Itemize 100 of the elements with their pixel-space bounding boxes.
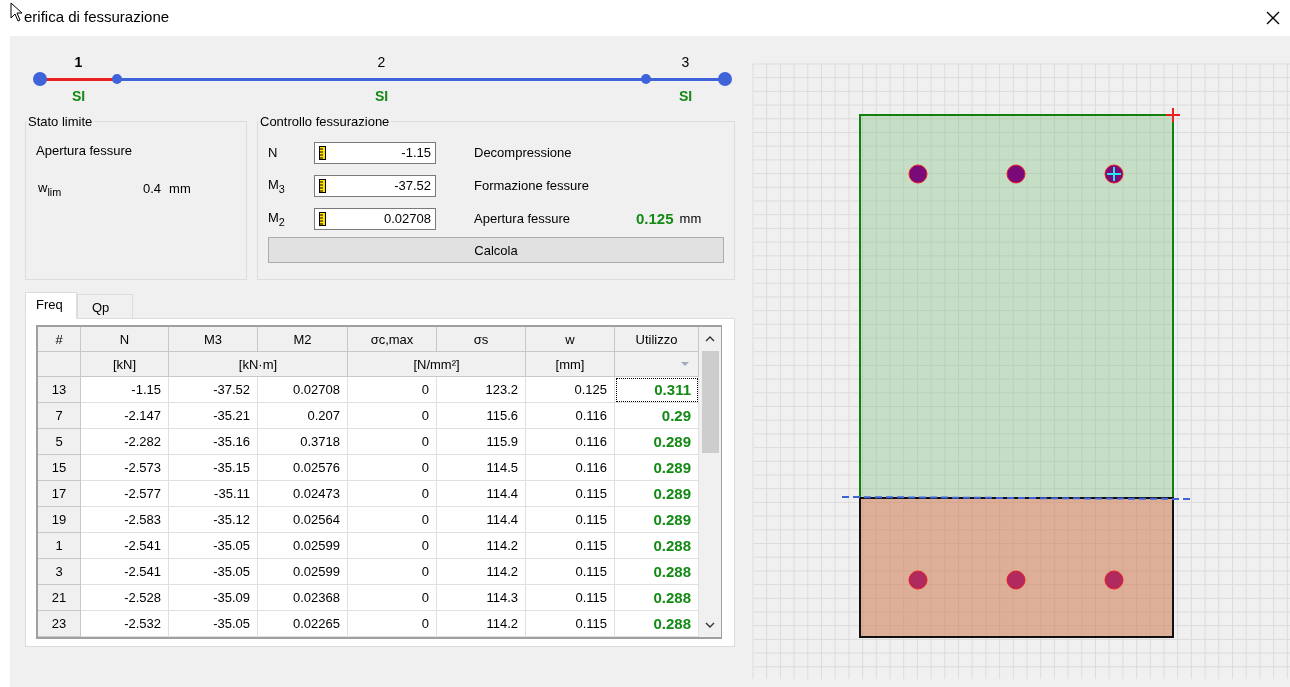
result-label: Decompressione xyxy=(474,145,573,160)
tab[interactable]: Qp xyxy=(77,294,133,319)
table-cell: 0.125 xyxy=(526,377,615,403)
step-node xyxy=(33,72,47,86)
utilization-cell[interactable]: 0.311 xyxy=(615,377,699,403)
table-cell: 123.2 xyxy=(437,377,526,403)
scroll-thumb[interactable] xyxy=(701,351,719,453)
column-header[interactable]: σc,max xyxy=(348,327,437,352)
table-cell: 0.02473 xyxy=(258,481,348,507)
utilization-cell[interactable]: 0.288 xyxy=(615,611,699,637)
table-cell: 0.207 xyxy=(258,403,348,429)
close-icon[interactable] xyxy=(1266,11,1280,25)
table-cell: 0.115 xyxy=(526,533,615,559)
column-header[interactable]: w xyxy=(526,327,615,352)
table-cell: -35.05 xyxy=(169,611,258,637)
table-cell: -2.528 xyxy=(81,585,169,611)
table-cell: -2.541 xyxy=(81,559,169,585)
column-header[interactable]: σs xyxy=(437,327,526,352)
step-node xyxy=(718,72,732,86)
table-cell: 0 xyxy=(348,533,437,559)
row-header[interactable]: 17 xyxy=(38,481,81,507)
table-cell: -35.15 xyxy=(169,455,258,481)
table-cell: 0.02564 xyxy=(258,507,348,533)
utilization-cell[interactable]: 0.289 xyxy=(615,455,699,481)
utilization-cell[interactable]: 0.289 xyxy=(615,481,699,507)
column-header[interactable]: M2 xyxy=(258,327,348,352)
utilization-cell[interactable]: 0.288 xyxy=(615,533,699,559)
table-cell: -2.583 xyxy=(81,507,169,533)
table-cell: -2.532 xyxy=(81,611,169,637)
table-cell: 0 xyxy=(348,481,437,507)
scrollbar[interactable] xyxy=(699,327,721,637)
table-cell: 0 xyxy=(348,559,437,585)
table-cell: 0 xyxy=(348,585,437,611)
utilization-cell[interactable]: 0.29 xyxy=(615,403,699,429)
row-header[interactable]: 3 xyxy=(38,559,81,585)
input-label: M$_{2}$ xyxy=(268,209,286,228)
table-cell: -2.577 xyxy=(81,481,169,507)
table-cell: 0.115 xyxy=(526,559,615,585)
row-header[interactable]: 1 xyxy=(38,533,81,559)
table-cell: 0.116 xyxy=(526,429,615,455)
input-field[interactable]: -37.52 xyxy=(314,174,436,197)
step-number[interactable]: 2 xyxy=(377,54,386,72)
result-label: Formazione fessure xyxy=(474,178,590,193)
utilization-cell[interactable]: 0.289 xyxy=(615,507,699,533)
unit-header: [N/mm²] xyxy=(348,352,526,377)
step-status: SI xyxy=(678,88,693,104)
column-header[interactable]: Utilizzo xyxy=(615,327,699,352)
utilization-cell[interactable]: 0.288 xyxy=(615,585,699,611)
column-header[interactable]: M3 xyxy=(169,327,258,352)
calculate-button[interactable]: Calcola xyxy=(268,237,724,263)
table-cell: 114.5 xyxy=(437,455,526,481)
step-number[interactable]: 1 xyxy=(74,54,83,72)
table-cell: 0.115 xyxy=(526,507,615,533)
table-cell: 0.3718 xyxy=(258,429,348,455)
wlim-label: w$_{lim}$ xyxy=(38,180,63,198)
row-header[interactable]: 19 xyxy=(38,507,81,533)
table-cell: 114.4 xyxy=(437,507,526,533)
step-status: SI xyxy=(71,88,86,104)
table-cell: 114.2 xyxy=(437,533,526,559)
input-field[interactable]: -1.15 xyxy=(314,141,436,164)
table-cell: 0.115 xyxy=(526,585,615,611)
step-number[interactable]: 3 xyxy=(681,54,690,72)
unit-label: mm xyxy=(169,181,191,197)
ruler-icon xyxy=(319,211,326,226)
row-header[interactable]: 23 xyxy=(38,611,81,637)
column-header[interactable]: N xyxy=(81,327,169,352)
table-cell: 0 xyxy=(348,507,437,533)
table-cell: 0.02265 xyxy=(258,611,348,637)
table-cell: -35.05 xyxy=(169,533,258,559)
utilization-cell[interactable]: 0.289 xyxy=(615,429,699,455)
column-header[interactable]: # xyxy=(38,327,81,352)
unit-label: mm xyxy=(679,211,702,226)
table-cell: -2.282 xyxy=(81,429,169,455)
row-header[interactable]: 13 xyxy=(38,377,81,403)
table-cell: 114.2 xyxy=(437,611,526,637)
unit-header: [mm] xyxy=(526,352,615,377)
row-header[interactable]: 15 xyxy=(38,455,81,481)
table-cell: 0 xyxy=(348,611,437,637)
table-cell: 0.115 xyxy=(526,611,615,637)
step-status: SI xyxy=(374,88,389,104)
unit-header: [kN] xyxy=(81,352,169,377)
table-cell: 0 xyxy=(348,377,437,403)
table-cell: -1.15 xyxy=(81,377,169,403)
table-cell: -35.09 xyxy=(169,585,258,611)
result-value: 0.125 xyxy=(636,210,674,227)
table-cell: 0 xyxy=(348,403,437,429)
table-cell: 115.6 xyxy=(437,403,526,429)
table-cell: -35.21 xyxy=(169,403,258,429)
table-cell: 114.4 xyxy=(437,481,526,507)
utilization-cell[interactable]: 0.288 xyxy=(615,559,699,585)
tab[interactable]: Freq xyxy=(25,292,77,319)
ruler-icon xyxy=(319,145,326,160)
table-cell: -35.11 xyxy=(169,481,258,507)
row-header[interactable]: 5 xyxy=(38,429,81,455)
input-field[interactable]: 0.02708 xyxy=(314,207,436,230)
row-header[interactable]: 21 xyxy=(38,585,81,611)
table-cell: 0.02576 xyxy=(258,455,348,481)
unit-header: [kN·m] xyxy=(169,352,348,377)
ruler-icon xyxy=(319,178,326,193)
row-header[interactable]: 7 xyxy=(38,403,81,429)
